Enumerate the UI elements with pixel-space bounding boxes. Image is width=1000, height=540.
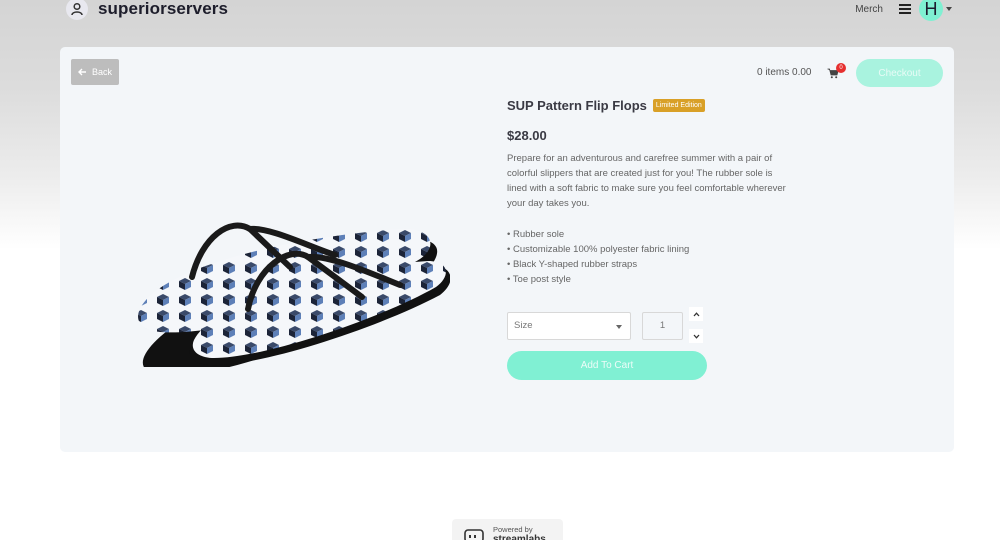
checkout-button[interactable]: Checkout xyxy=(856,59,943,87)
size-select-placeholder: Size xyxy=(514,320,533,331)
product-price: $28.00 xyxy=(507,128,547,143)
arrow-left-icon xyxy=(77,68,86,76)
nav-right: Merch H xyxy=(855,0,952,21)
limited-edition-badge: Limited Edition xyxy=(652,99,705,112)
streamlabs-logo-icon xyxy=(464,529,484,540)
store-name: superiorservers xyxy=(98,0,229,18)
back-label: Back xyxy=(91,67,112,77)
powered-by-badge[interactable]: Powered by streamlabs xyxy=(452,519,563,540)
chevron-down-icon xyxy=(616,325,622,329)
nav-merch-link[interactable]: Merch xyxy=(855,4,883,15)
product-card: Back 0 items 0.00 0 Checkout SUP Pattern… xyxy=(60,47,954,452)
feature-list: • Rubber sole • Customizable 100% polyes… xyxy=(507,227,689,287)
cart-count-badge: 0 xyxy=(836,63,846,73)
feature-item: • Toe post style xyxy=(507,274,571,285)
cart-button[interactable]: 0 xyxy=(827,63,846,80)
product-image xyxy=(138,222,450,367)
user-circle-icon xyxy=(66,0,88,20)
product-description: Prepare for an adventurous and carefree … xyxy=(507,153,786,209)
product-title: SUP Pattern Flip Flops xyxy=(507,98,647,113)
chevron-up-icon xyxy=(693,311,699,316)
quantity-input[interactable]: 1 xyxy=(642,312,683,340)
quantity-decrement-button[interactable] xyxy=(689,329,703,343)
powered-by-brand: streamlabs xyxy=(493,534,546,540)
powered-by-label: Powered by xyxy=(493,525,533,534)
add-to-cart-button[interactable]: Add To Cart xyxy=(507,351,707,380)
chevron-down-icon[interactable] xyxy=(946,7,952,11)
feature-item: • Customizable 100% polyester fabric lin… xyxy=(507,244,690,255)
brand[interactable]: superiorservers xyxy=(66,0,228,20)
feature-item: • Rubber sole xyxy=(507,229,565,240)
quantity-increment-button[interactable] xyxy=(689,307,703,321)
top-bar: superiorservers Merch H xyxy=(0,0,1000,21)
product-title-row: SUP Pattern Flip Flops Limited Edition xyxy=(507,98,705,113)
size-select[interactable]: Size xyxy=(507,312,631,340)
feature-item: • Black Y-shaped rubber straps xyxy=(507,259,638,270)
user-avatar[interactable]: H xyxy=(919,0,943,21)
chevron-down-icon xyxy=(693,334,699,339)
hamburger-icon[interactable] xyxy=(899,4,911,14)
cart-summary: 0 items 0.00 xyxy=(757,67,812,78)
back-button[interactable]: Back xyxy=(71,59,119,85)
